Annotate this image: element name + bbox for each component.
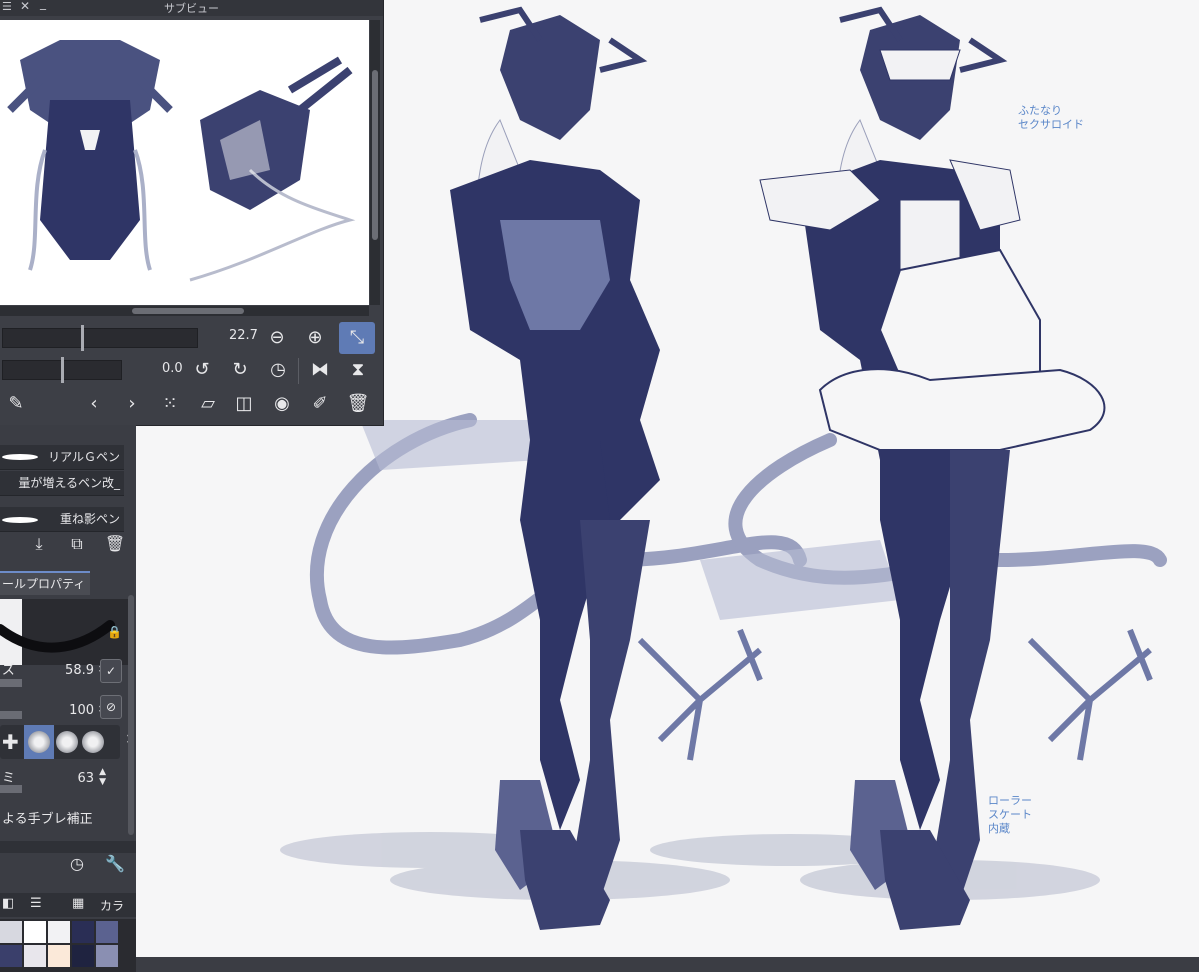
previous-image-button[interactable]: ‹ [82, 392, 106, 416]
subview-horizontal-scrollbar[interactable] [0, 306, 369, 316]
settings-icon[interactable]: ◷ [66, 853, 88, 875]
color-palette [0, 919, 136, 972]
tail-claws [637, 628, 1153, 761]
color-swatch[interactable] [24, 921, 46, 943]
tab-properties-icon[interactable]: ☰ [30, 896, 42, 911]
open-folder-icon[interactable]: ▱ [196, 392, 220, 416]
rotate-slider[interactable] [2, 357, 122, 383]
stabilization-stepper[interactable]: ▲ ▼ [99, 767, 106, 787]
color-swatch[interactable] [72, 921, 94, 943]
tab-animation-icon[interactable]: ▦ [72, 896, 84, 911]
download-icon[interactable]: ⤓ [28, 533, 50, 555]
color-swatch[interactable] [96, 945, 118, 967]
brush-stroke-preview [2, 454, 38, 460]
panel-scrollbar[interactable] [128, 595, 134, 835]
import-image-icon[interactable]: ◫ [232, 392, 256, 416]
figure-left [450, 6, 660, 930]
trash-icon[interactable]: 🗑 [346, 392, 370, 416]
bottom-tab-bar: ◧ ☰ ▦ カラ [0, 893, 136, 917]
next-image-button[interactable]: › [120, 392, 144, 416]
tab-layer-icon[interactable]: ◧ [2, 896, 14, 911]
size-value: 58.9 [65, 663, 94, 678]
subview-title: サブビュー [164, 2, 219, 15]
camera-icon[interactable]: ◉ [270, 392, 294, 416]
zoom-in-button[interactable]: ⊕ [303, 326, 327, 350]
subview-titlebar: ☰ ✕ _ サブビュー [0, 0, 383, 16]
stabilization-slider[interactable] [0, 785, 22, 793]
brush-label: 重ね影ペン [59, 512, 120, 526]
rotate-right-button[interactable]: ↻ [228, 358, 252, 382]
size-slider[interactable] [0, 679, 22, 687]
rotate-left-button[interactable]: ↺ [190, 358, 214, 382]
canvas-bottom-bar [136, 957, 1199, 972]
duplicate-icon[interactable]: ⧉ [66, 533, 88, 555]
tip-circle-hard[interactable] [82, 731, 104, 753]
subview-panel: ☰ ✕ _ サブビュー 22.7 ⊖ ⊕ ⤡ 0.0 ↺ ↻ ◷ ⧓ ⧗ ✎ ‹… [0, 0, 384, 426]
wrench-icon[interactable]: 🔧 [104, 853, 126, 875]
brush-preview: 🔒 [0, 599, 132, 665]
subview-reference-image[interactable] [0, 20, 369, 305]
flip-vertical-button[interactable]: ⧗ [346, 358, 370, 382]
grid-view-icon[interactable]: ⁙ [158, 392, 182, 416]
color-swatch[interactable] [48, 921, 70, 943]
brush-tip-selector[interactable]: ✚ ▲▼ [0, 725, 134, 759]
flip-horizontal-button[interactable]: ⧓ [308, 358, 332, 382]
color-swatch[interactable] [72, 945, 94, 967]
trash-icon[interactable]: 🗑 [104, 533, 126, 555]
zoom-out-button[interactable]: ⊖ [265, 326, 289, 350]
stabilization-value: 63 [77, 771, 94, 786]
scatter-tip-icon[interactable]: ✚ [2, 730, 19, 754]
tab-color[interactable]: カラ [100, 897, 124, 914]
divider [298, 358, 299, 384]
zoom-value: 22.7 [229, 328, 258, 343]
opacity-slider[interactable] [0, 711, 22, 719]
brush-item-shadow-pen[interactable]: 重ね影ペン [0, 507, 124, 532]
subview-vertical-scrollbar[interactable] [370, 20, 380, 305]
eyedropper-icon[interactable]: ✎ [4, 392, 28, 416]
tip-circle-medium[interactable] [56, 731, 78, 753]
color-swatch[interactable] [0, 945, 22, 967]
fit-view-button[interactable]: ⤡ [339, 322, 375, 354]
annotation-note-1: ふたなり セクサロイド [1018, 104, 1084, 131]
brush-item-volume-pen[interactable]: 量が増えるペン改_ [0, 471, 124, 496]
tab-tool-property[interactable]: ールプロパティ [0, 571, 90, 595]
size-toggle-button[interactable]: ✓ [100, 659, 122, 683]
zoom-slider[interactable] [2, 325, 198, 351]
tip-circle-soft[interactable] [28, 731, 50, 753]
correction-label: よる手ブレ補正 [2, 812, 93, 827]
color-swatch[interactable] [24, 945, 46, 967]
color-swatch[interactable] [48, 945, 70, 967]
opacity-value: 100 [69, 703, 94, 718]
color-swatch[interactable] [0, 921, 22, 943]
edit-icon[interactable]: ✐ [308, 392, 332, 416]
annotation-note-2: ローラー スケート 内蔵 [988, 794, 1032, 835]
brush-item-real-g-pen[interactable]: リアルＧペン [0, 445, 124, 470]
size-label: ズ [2, 663, 16, 678]
brush-label: リアルＧペン [48, 450, 120, 464]
reset-rotation-button[interactable]: ◷ [266, 358, 290, 382]
lock-icon[interactable]: 🔒 [107, 625, 122, 639]
panel-footer [0, 841, 136, 853]
figure-right [759, 6, 1106, 930]
brush-stroke-preview [2, 517, 38, 523]
reference-drawings [7, 40, 356, 282]
stabilization-label: ミ [2, 771, 16, 786]
opacity-toggle-button[interactable]: ⊘ [100, 695, 122, 719]
left-tool-panel: リアルＧペン 量が増えるペン改_ 重ね影ペン ⤓ ⧉ 🗑 ールプロパティ 🔒 ズ… [0, 425, 136, 972]
brush-label: 量が増えるペン改_ [18, 476, 120, 490]
rotate-value: 0.0 [162, 361, 183, 376]
color-swatch[interactable] [96, 921, 118, 943]
